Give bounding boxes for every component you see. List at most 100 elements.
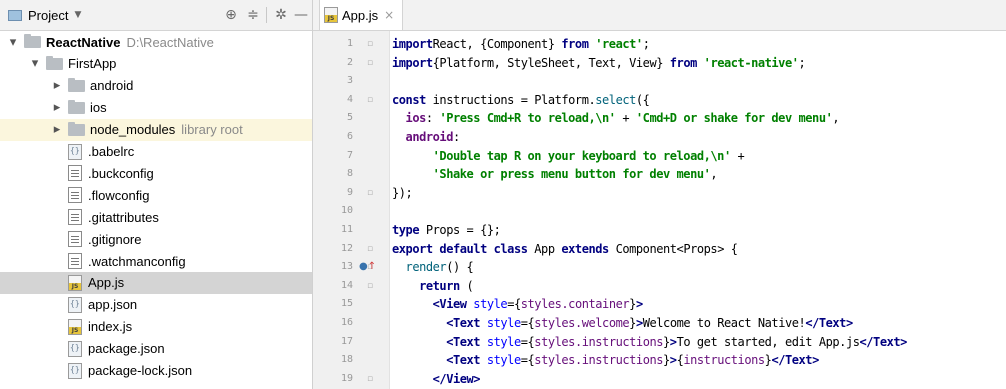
line-number: 11	[340, 224, 353, 235]
fold-marker-icon[interactable]: ▫	[367, 91, 373, 109]
tree-item-firstapp[interactable]: ▾ FirstApp	[0, 53, 312, 75]
tree-item-gitattributes[interactable]: .gitattributes	[0, 206, 312, 228]
hide-icon[interactable]: —	[292, 6, 310, 24]
fold-marker-icon[interactable]: ▫	[367, 184, 373, 202]
tree-item-buckconfig[interactable]: .buckconfig	[0, 162, 312, 184]
tree-item-annotation: D:\ReactNative	[126, 34, 214, 50]
code-token: <Text	[392, 353, 481, 368]
json-file-icon	[68, 143, 82, 160]
code-line: importReact, {Component} from 'react';	[392, 35, 650, 53]
code-token: style	[480, 353, 521, 368]
code-token: ={	[520, 334, 535, 349]
code-token: });	[392, 185, 413, 200]
tree-item-android[interactable]: ▸ android	[0, 75, 312, 97]
tree-item-label: .flowconfig	[88, 187, 150, 203]
tab-label: App.js	[342, 7, 379, 23]
chevron-right-icon[interactable]: ▸	[50, 100, 64, 115]
tree-item-label: .watchmanconfig	[88, 253, 186, 269]
tree-item-label: app.json	[88, 297, 138, 313]
line-number: 2	[346, 56, 353, 68]
header-divider	[266, 7, 267, 23]
folder-icon	[68, 99, 85, 114]
tab-app-js[interactable]: App.js ×	[319, 0, 404, 30]
code-token: }	[629, 297, 636, 312]
tree-item-flowconfig[interactable]: .flowconfig	[0, 184, 312, 206]
code-token: return	[392, 278, 460, 293]
tree-item-reactnative[interactable]: ▾ ReactNative D:\ReactNative	[0, 31, 312, 53]
tree-item-label: ios	[90, 100, 107, 116]
tree-item-label: ReactNative	[46, 34, 121, 50]
code-token: 'Cmd+D or shake for dev menu'	[635, 111, 833, 126]
line-number: 12	[340, 242, 353, 254]
json-file-icon	[68, 362, 82, 379]
tree-item-watchmanconfig[interactable]: .watchmanconfig	[0, 250, 312, 272]
line-number: 14	[340, 279, 353, 291]
chevron-down-icon[interactable]: ▾	[28, 56, 42, 71]
tree-item-label: index.js	[88, 319, 133, 335]
tree-item-gitignore[interactable]: .gitignore	[0, 228, 312, 250]
line-number: 6	[346, 131, 353, 142]
tree-item-label: FirstApp	[68, 56, 117, 72]
code-token: Component<Props> {	[608, 241, 738, 256]
code-line: render() {	[392, 258, 474, 276]
line-number: 10	[340, 205, 353, 217]
project-view-dropdown[interactable]: Project ▼	[8, 4, 81, 26]
code-token: }	[663, 353, 670, 368]
code-token: >	[669, 334, 677, 349]
code-token: <Text	[392, 334, 481, 349]
project-panel-header: Project ▼ ⊕ ≑ ✲ —	[0, 0, 312, 31]
code-line: ios: 'Press Cmd+R to reload,\n' + 'Cmd+D…	[392, 109, 840, 127]
code-token: ios	[392, 111, 427, 126]
json-file-icon	[68, 296, 82, 313]
code-token: styles.instructions	[534, 334, 664, 349]
tree-item-ios[interactable]: ▸ ios	[0, 97, 312, 119]
line-number: 1	[346, 38, 353, 49]
fold-marker-icon[interactable]: ▫	[367, 370, 373, 388]
line-number: 4	[346, 93, 353, 105]
code-token: const	[392, 92, 426, 107]
code-token: instructions	[683, 353, 765, 368]
fold-marker-icon[interactable]: ▫	[367, 277, 373, 295]
tree-item-index-js[interactable]: index.js	[0, 316, 312, 338]
close-icon[interactable]: ×	[384, 8, 394, 22]
collapse-all-icon[interactable]: ≑	[244, 6, 262, 24]
code-token: </View>	[392, 371, 481, 386]
fold-marker-icon[interactable]: ▫	[367, 54, 373, 72]
project-icon	[8, 9, 22, 21]
gear-icon[interactable]: ✲	[272, 6, 290, 24]
tree-item-babelrc[interactable]: .babelrc	[0, 141, 312, 163]
editor-tab-bar: App.js ×	[313, 0, 1006, 31]
chevron-right-icon[interactable]: ▸	[50, 122, 64, 137]
code-token: style	[480, 334, 521, 349]
code-line: const instructions = Platform.select({	[392, 91, 650, 109]
tree-item-label: .babelrc	[88, 144, 135, 159]
tree-item-label: .buckconfig	[88, 165, 154, 181]
tree-item-annotation: library root	[181, 122, 243, 138]
tree-item-package-lock-json[interactable]: package-lock.json	[0, 360, 312, 382]
tree-item-app-js[interactable]: App.js	[0, 271, 312, 294]
text-file-icon	[68, 231, 82, 248]
project-panel: Project ▼ ⊕ ≑ ✲ — ▾ ReactNative D:\ReactNa…	[0, 0, 313, 389]
line-number: 3	[346, 75, 353, 87]
tree-item-label: package-lock.json	[88, 363, 193, 378]
code-token: {Platform, StyleSheet, Text, View}	[432, 55, 670, 70]
tree-item-package-json[interactable]: package.json	[0, 338, 312, 360]
tree-item-label: package.json	[88, 341, 165, 357]
code-token: ,	[710, 167, 718, 182]
folder-icon	[46, 55, 63, 70]
line-number: 15	[340, 298, 353, 310]
code-token: export default class	[392, 241, 528, 256]
line-number: 5	[346, 112, 353, 124]
locate-icon[interactable]: ⊕	[222, 6, 240, 24]
code-token: </Text>	[859, 334, 908, 349]
chevron-right-icon[interactable]: ▸	[50, 78, 64, 93]
code-line: export default class App extends Compone…	[392, 240, 738, 258]
override-method-icon[interactable]: ●↑	[359, 258, 376, 276]
tree-item-node-modules[interactable]: ▸ node_modules library root	[0, 118, 312, 141]
code-area[interactable]: importReact, {Component} from 'react'; im…	[390, 31, 1006, 389]
chevron-down-icon[interactable]: ▾	[6, 35, 20, 50]
fold-marker-icon[interactable]: ▫	[367, 240, 373, 258]
fold-marker-icon[interactable]: ▫	[367, 35, 373, 53]
code-line: 'Double tap R on your keyboard to reload…	[392, 147, 745, 165]
tree-item-app-json[interactable]: app.json	[0, 294, 312, 316]
